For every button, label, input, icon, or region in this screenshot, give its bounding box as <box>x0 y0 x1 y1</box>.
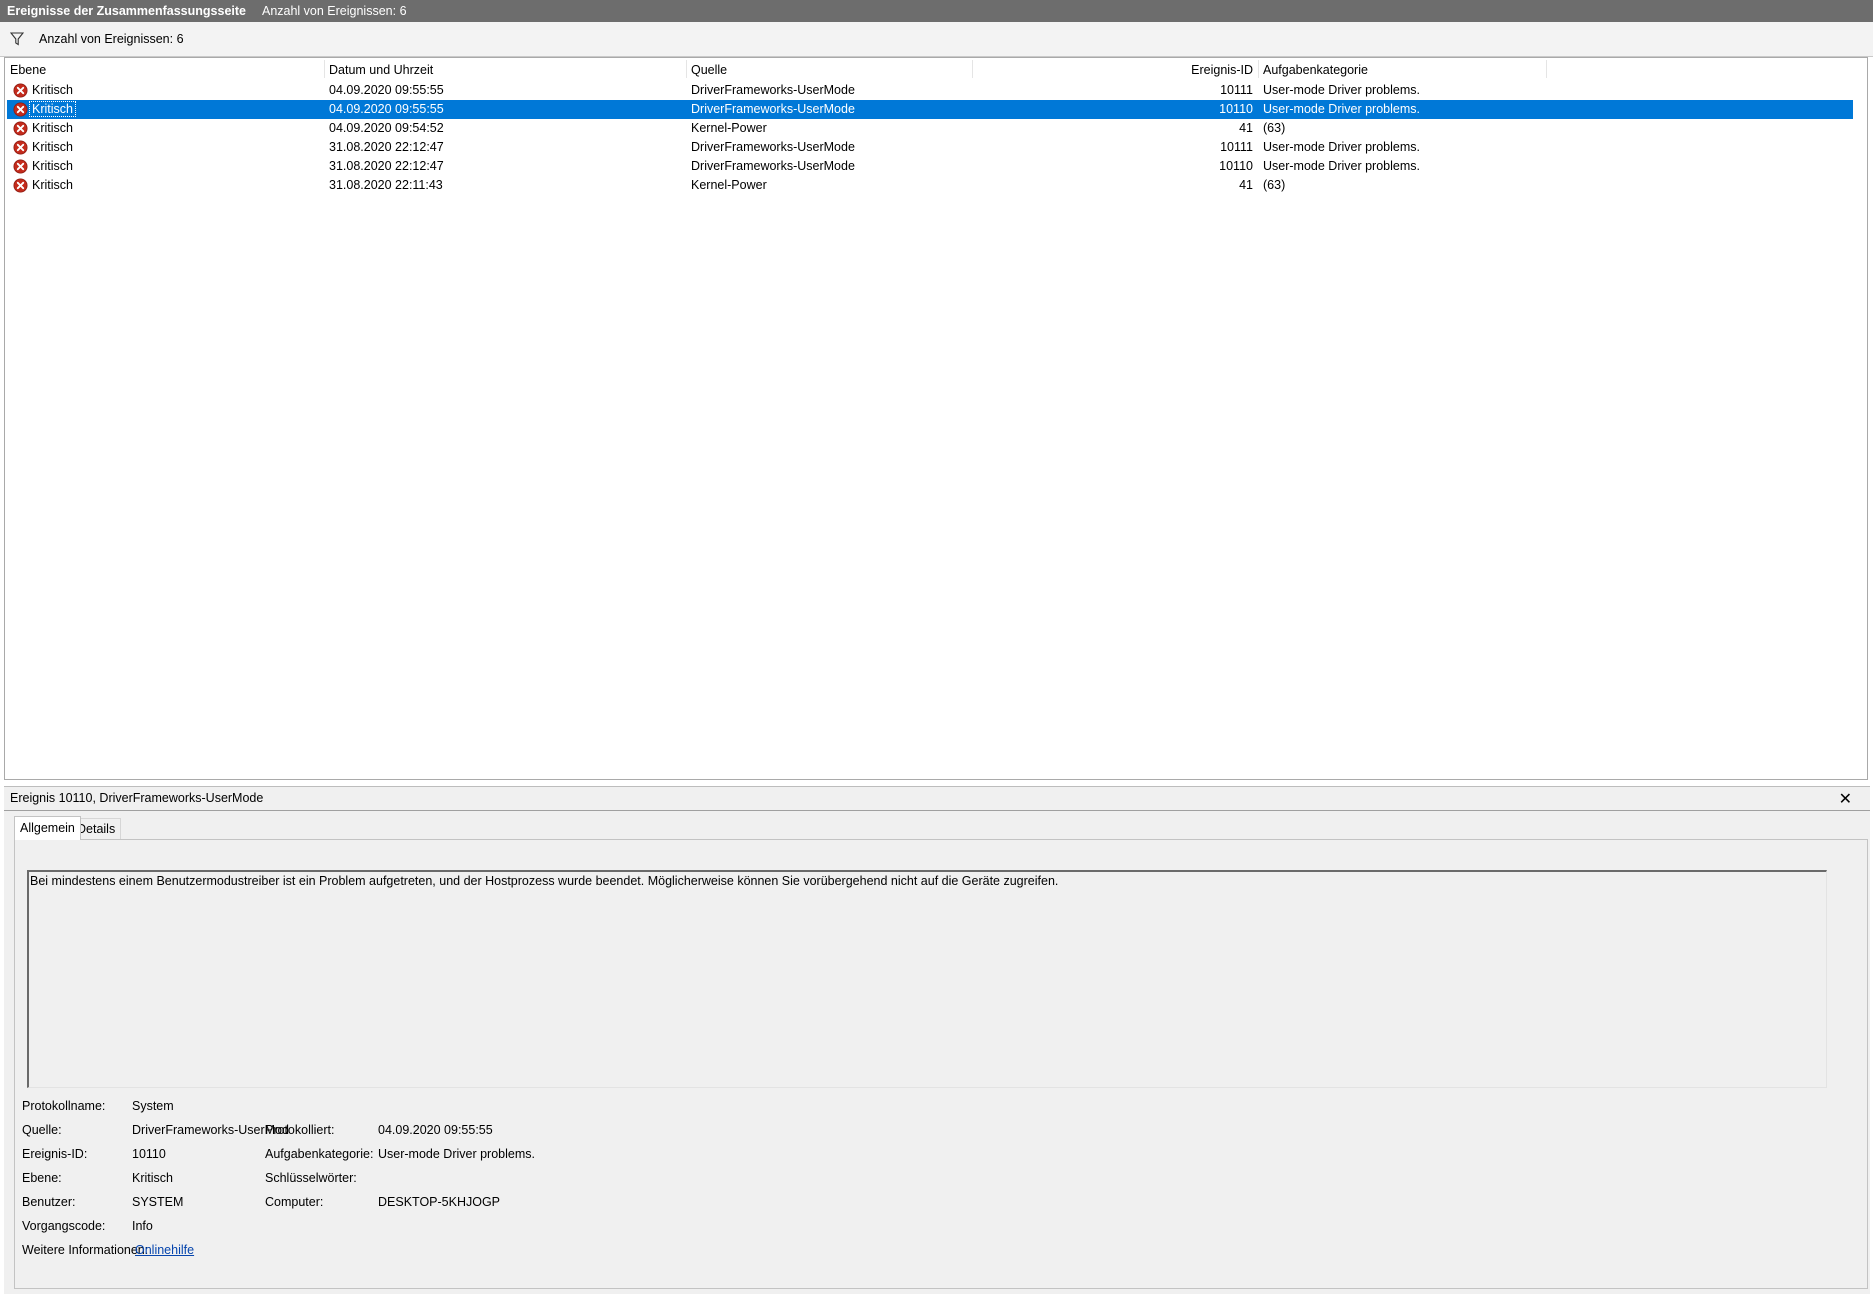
value-benutzer: SYSTEM <box>132 1195 184 1209</box>
label-vorgangscode: Vorgangscode: <box>22 1219 106 1233</box>
onlinehilfe-link[interactable]: Onlinehilfe <box>135 1243 194 1257</box>
value-ebene: Kritisch <box>132 1171 173 1185</box>
cell-event-id: 10111 <box>1220 140 1253 154</box>
filter-bar: Anzahl von Ereignissen: 6 <box>0 22 1873 57</box>
column-header-datum[interactable]: Datum und Uhrzeit <box>329 63 433 77</box>
cell-source: DriverFrameworks-UserMode <box>691 159 855 173</box>
label-protokollname: Protokollname: <box>22 1099 106 1113</box>
cell-source: DriverFrameworks-UserMode <box>691 102 855 116</box>
cell-category: User-mode Driver problems. <box>1263 83 1420 97</box>
column-header-row: Ebene Datum und Uhrzeit Quelle Ereignis-… <box>5 58 1867 80</box>
cell-category: (63) <box>1263 121 1286 135</box>
page-title: Ereignisse der Zusammenfassungsseite <box>7 4 246 18</box>
critical-error-icon <box>13 83 28 98</box>
value-vorgangscode: Info <box>132 1219 153 1233</box>
value-protokollname: System <box>132 1099 174 1113</box>
cell-level: Kritisch <box>32 121 73 135</box>
column-divider[interactable] <box>972 60 973 78</box>
label-weitere-informationen: Weitere Informationen: <box>22 1243 149 1257</box>
label-protokolliert: Protokolliert: <box>265 1123 335 1137</box>
cell-datetime: 04.09.2020 09:55:55 <box>329 102 444 116</box>
cell-source: DriverFrameworks-UserMode <box>691 83 855 97</box>
divider <box>4 810 1870 811</box>
event-list[interactable]: Ebene Datum und Uhrzeit Quelle Ereignis-… <box>4 57 1868 780</box>
cell-category: User-mode Driver problems. <box>1263 159 1420 173</box>
cell-source: Kernel-Power <box>691 178 767 192</box>
column-divider[interactable] <box>1546 60 1547 78</box>
cell-level: Kritisch <box>32 83 73 97</box>
cell-level: Kritisch <box>32 178 73 192</box>
column-header-quelle[interactable]: Quelle <box>691 63 727 77</box>
column-header-ereignis-id[interactable]: Ereignis-ID <box>1173 63 1253 77</box>
table-row[interactable]: Kritisch 04.09.2020 09:55:55 DriverFramewo… <box>7 100 1853 119</box>
table-row[interactable]: Kritisch 31.08.2020 22:12:47 DriverFramewo… <box>7 138 1853 157</box>
cell-event-id: 10110 <box>1219 102 1253 116</box>
cell-level: Kritisch <box>32 159 73 173</box>
table-row[interactable]: Kritisch 04.09.2020 09:54:52 Kernel-Power 4… <box>7 119 1853 138</box>
value-aufgabenkategorie: User-mode Driver problems. <box>378 1147 535 1161</box>
critical-error-icon <box>13 178 28 193</box>
event-count-text: Anzahl von Ereignissen: 6 <box>39 32 184 46</box>
critical-error-icon <box>13 102 28 117</box>
cell-category: User-mode Driver problems. <box>1263 140 1420 154</box>
event-description-text: Bei mindestens einem Benutzermodustreibe… <box>30 874 1059 888</box>
cell-event-id: 10110 <box>1219 159 1253 173</box>
cell-event-id: 41 <box>1239 178 1253 192</box>
cell-category: User-mode Driver problems. <box>1263 102 1420 116</box>
label-schluesselwoerter: Schlüsselwörter: <box>265 1171 357 1185</box>
table-row[interactable]: Kritisch 31.08.2020 22:11:43 Kernel-Power 4… <box>7 176 1853 195</box>
label-computer: Computer: <box>265 1195 324 1209</box>
cell-datetime: 31.08.2020 22:12:47 <box>329 140 444 154</box>
close-icon[interactable]: ✕ <box>1839 789 1852 809</box>
cell-datetime: 31.08.2020 22:12:47 <box>329 159 444 173</box>
filter-icon[interactable] <box>9 32 25 46</box>
event-description-box[interactable]: Bei mindestens einem Benutzermodustreibe… <box>27 870 1827 1088</box>
label-aufgabenkategorie: Aufgabenkategorie: <box>265 1147 374 1161</box>
label-quelle: Quelle: <box>22 1123 62 1137</box>
detail-title: Ereignis 10110, DriverFrameworks-UserMod… <box>10 791 264 805</box>
cell-datetime: 04.09.2020 09:55:55 <box>329 83 444 97</box>
event-detail-pane: Ereignis 10110, DriverFrameworks-UserMod… <box>4 786 1870 1294</box>
cell-datetime: 04.09.2020 09:54:52 <box>329 121 444 135</box>
cell-level: Kritisch <box>32 140 73 154</box>
tab-allgemein[interactable]: Allgemein <box>14 816 81 840</box>
column-header-ebene[interactable]: Ebene <box>10 63 46 77</box>
label-ereignis-id: Ereignis-ID: <box>22 1147 88 1161</box>
value-ereignis-id: 10110 <box>132 1147 166 1161</box>
value-computer: DESKTOP-5KHJOGP <box>378 1195 501 1209</box>
column-header-aufgabenkategorie[interactable]: Aufgabenkategorie <box>1263 63 1368 77</box>
cell-category: (63) <box>1263 178 1286 192</box>
cell-datetime: 31.08.2020 22:11:43 <box>329 178 443 192</box>
label-ebene: Ebene: <box>22 1171 62 1185</box>
cell-event-id: 41 <box>1239 121 1253 135</box>
column-divider[interactable] <box>324 60 325 78</box>
tab-panel-allgemein: Bei mindestens einem Benutzermodustreibe… <box>14 839 1868 1289</box>
title-event-count: Anzahl von Ereignissen: 6 <box>261 4 407 18</box>
cell-source: DriverFrameworks-UserMode <box>691 140 855 154</box>
label-benutzer: Benutzer: <box>22 1195 76 1209</box>
table-row[interactable]: Kritisch 31.08.2020 22:12:47 DriverFramewo… <box>7 157 1853 176</box>
detail-header: Ereignis 10110, DriverFrameworks-UserMod… <box>4 787 1870 809</box>
cell-source: Kernel-Power <box>691 121 767 135</box>
critical-error-icon <box>13 159 28 174</box>
critical-error-icon <box>13 140 28 155</box>
column-divider[interactable] <box>686 60 687 78</box>
cell-event-id: 10111 <box>1220 83 1253 97</box>
title-bar: Ereignisse der Zusammenfassungsseite Anz… <box>0 0 1873 22</box>
value-protokolliert: 04.09.2020 09:55:55 <box>378 1123 493 1137</box>
table-row[interactable]: Kritisch 04.09.2020 09:55:55 DriverFramewo… <box>7 81 1853 100</box>
column-divider[interactable] <box>1258 60 1259 78</box>
critical-error-icon <box>13 121 28 136</box>
cell-level: Kritisch <box>29 101 76 117</box>
